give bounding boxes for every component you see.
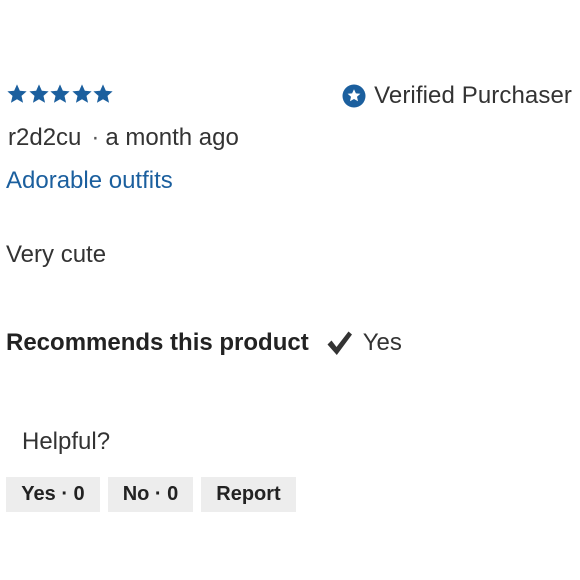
star-icon — [6, 83, 28, 105]
verified-purchaser-badge: Verified Purchaser — [342, 80, 572, 112]
star-rating — [6, 83, 114, 109]
review-title: Adorable outfits — [6, 167, 173, 194]
recommends-value: Yes — [362, 329, 402, 356]
author-name: r2d2cu — [8, 124, 82, 151]
recommends-row: Recommends this product Yes — [6, 326, 402, 360]
star-icon — [71, 83, 93, 105]
star-icon — [28, 83, 50, 105]
feedback-buttons: Yes · 0 No · 0 Report — [6, 477, 296, 512]
meta-separator: · — [91, 124, 100, 151]
helpful-no-button[interactable]: No · 0 — [108, 477, 193, 512]
review-body: Very cute — [6, 241, 107, 268]
rating-row: Verified Purchaser — [6, 80, 572, 112]
review-card: Verified Purchaser r2d2cu · a month ago Ad… — [0, 0, 580, 580]
star-icon — [92, 83, 114, 105]
report-button[interactable]: Report — [201, 477, 296, 512]
review-meta: r2d2cu · a month ago — [8, 124, 239, 152]
check-icon — [325, 329, 353, 357]
review-time: a month ago — [105, 124, 239, 151]
helpful-label: Helpful? — [22, 428, 111, 455]
helpful-yes-button[interactable]: Yes · 0 — [6, 477, 100, 512]
recommends-label: Recommends this product — [6, 329, 309, 356]
star-icon — [49, 83, 71, 105]
star-badge-icon — [342, 84, 366, 108]
verified-label: Verified Purchaser — [374, 82, 572, 109]
